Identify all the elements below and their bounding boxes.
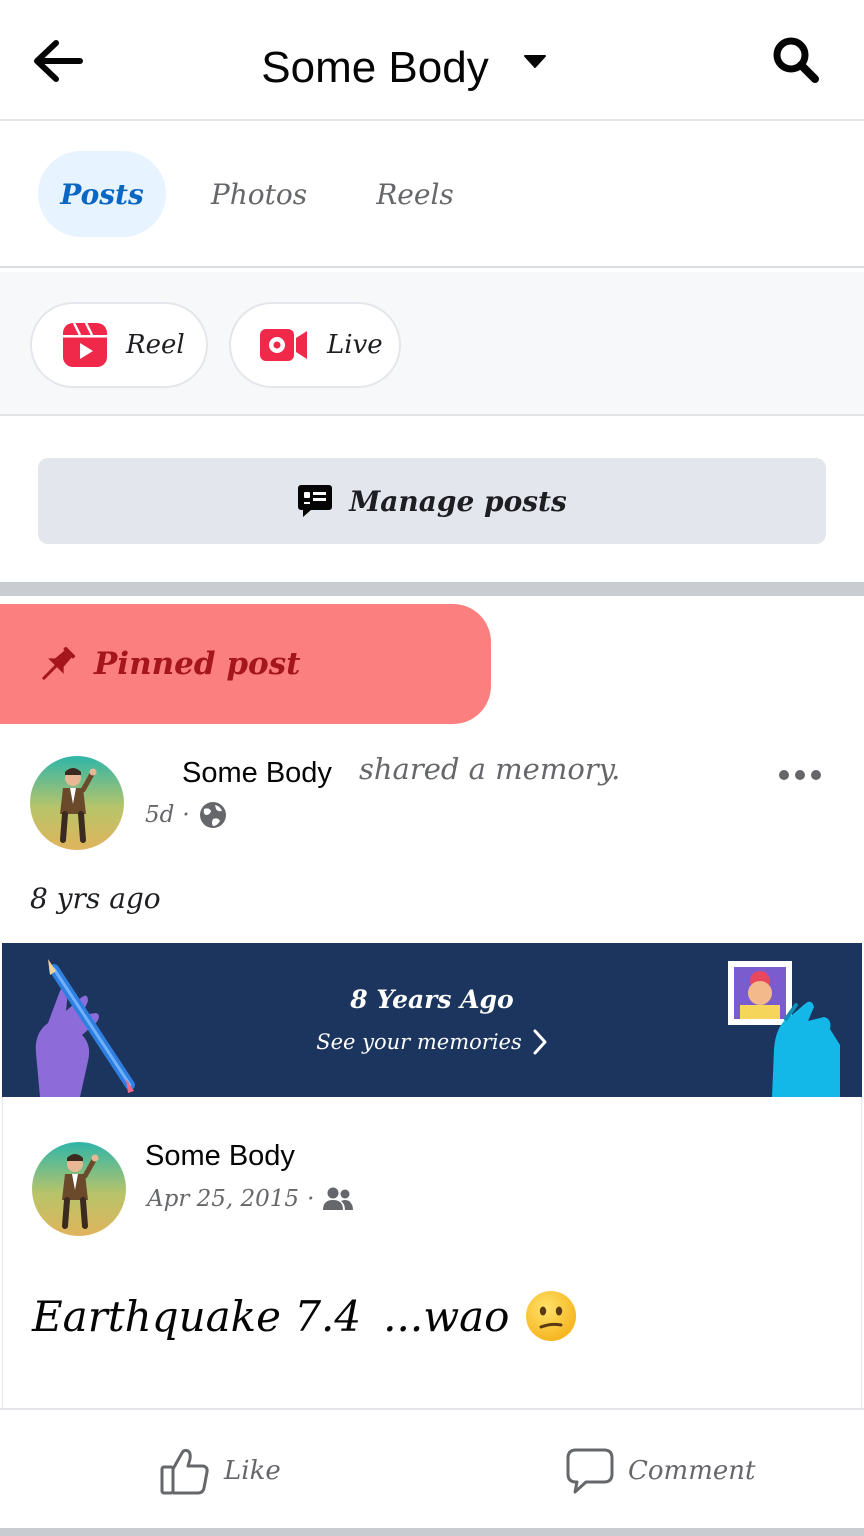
post-more-options-button[interactable] (774, 760, 826, 790)
like-label: Like (224, 1456, 281, 1486)
avatar-image (30, 756, 124, 850)
shared-post-author-name[interactable]: Some Body (145, 1138, 355, 1174)
shared-post-avatar[interactable] (32, 1142, 126, 1236)
more-horizontal-icon (779, 770, 821, 780)
live-video-icon (260, 329, 307, 361)
globe-icon (199, 802, 226, 828)
create-content-bar: Reel Live (0, 272, 864, 416)
photo-frame-hand-illustration (728, 961, 840, 1097)
post-text-tail: ...wao (383, 1291, 510, 1341)
manage-posts-label: Manage posts (349, 484, 567, 518)
tab-posts[interactable]: Posts (38, 151, 166, 237)
live-label: Live (327, 330, 383, 360)
manage-posts-icon (298, 485, 333, 517)
post-author-name[interactable]: Some Body (142, 755, 360, 791)
shared-post-date[interactable]: Apr 25, 2015 (147, 1186, 299, 1212)
post-text-main: Earthquake 7.4 (32, 1291, 362, 1341)
go-live-button[interactable]: Live (229, 302, 401, 388)
post-time[interactable]: 5d (145, 802, 174, 828)
search-button[interactable] (766, 32, 826, 88)
create-reel-button[interactable]: Reel (30, 302, 208, 388)
confused-face-emoji (526, 1291, 577, 1341)
thumbs-up-icon (160, 1448, 209, 1495)
tab-photos[interactable]: Photos (196, 151, 322, 237)
caret-down-icon (524, 55, 546, 68)
shared-post-card[interactable] (2, 1097, 862, 1408)
reels-icon (63, 322, 107, 367)
profile-tabs: Posts Photos Reels (0, 123, 864, 268)
pinned-post-label: Pinned post (94, 646, 301, 682)
avatar[interactable] (30, 756, 124, 850)
tab-reels[interactable]: Reels (354, 151, 476, 237)
post-action-text: shared a memory. (359, 752, 621, 786)
back-button[interactable] (28, 34, 86, 88)
pushpin-icon (42, 646, 76, 680)
comment-button[interactable]: Comment (566, 1436, 755, 1506)
reel-label: Reel (126, 330, 185, 360)
section-divider (0, 582, 864, 596)
comment-label: Comment (628, 1456, 756, 1486)
like-button[interactable]: Like (160, 1436, 281, 1506)
chevron-right-icon (533, 1029, 547, 1055)
top-app-bar: Some Body (0, 0, 864, 121)
post-meta: 5d · (145, 800, 228, 830)
post-action-bar: Like Comment (0, 1408, 864, 1528)
manage-posts-section: Manage posts (0, 418, 864, 582)
page-title-area[interactable]: Some Body (240, 18, 510, 118)
memories-banner[interactable]: 8 Years Ago See your memories (2, 943, 862, 1097)
profile-switch-dropdown[interactable] (518, 48, 552, 74)
manage-posts-button[interactable]: Manage posts (38, 458, 826, 544)
shared-post-text: Earthquake 7.4 ...wao (32, 1290, 577, 1342)
memories-subtitle: See your memories (316, 1030, 522, 1054)
friends-icon (323, 1187, 354, 1210)
meta-separator: · (307, 1186, 315, 1212)
arrow-left-icon (34, 40, 83, 82)
avatar-image (32, 1142, 126, 1236)
search-icon (773, 37, 819, 83)
memory-years-ago: 8 yrs ago (30, 882, 161, 915)
page-title: Some Body (261, 43, 489, 92)
hand-pencil-illustration (35, 959, 135, 1097)
pinned-post-badge: Pinned post (0, 604, 491, 724)
shared-post-meta: Apr 25, 2015 · (147, 1186, 354, 1212)
comment-icon (566, 1448, 614, 1494)
meta-separator: · (182, 802, 190, 828)
section-divider (0, 1528, 864, 1536)
